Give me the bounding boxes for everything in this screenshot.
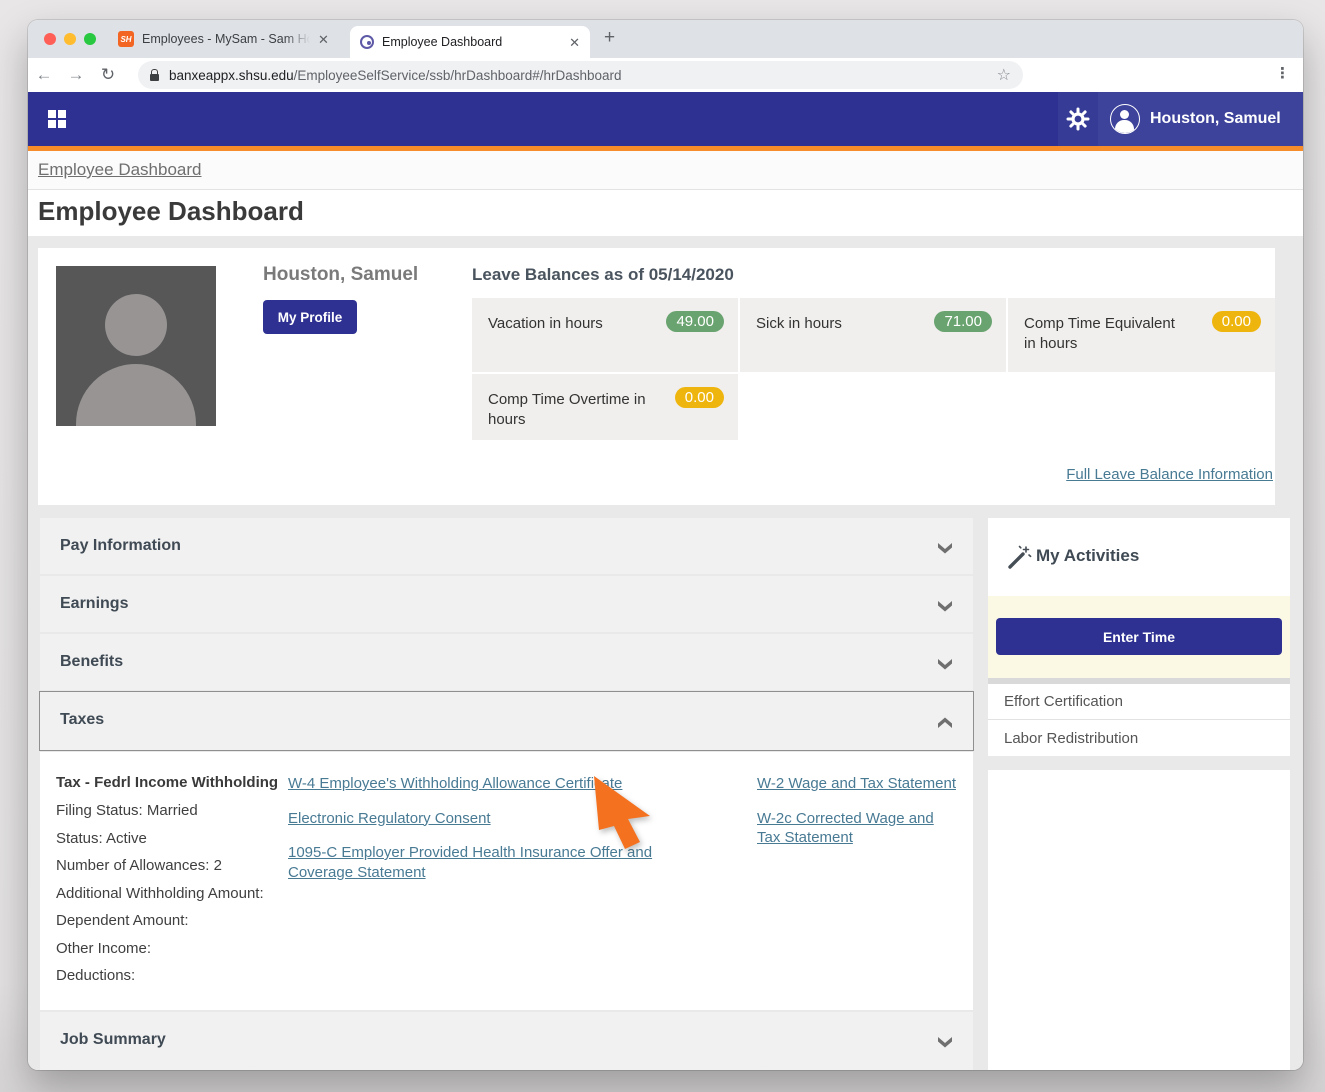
accordion-label: Benefits bbox=[60, 653, 123, 671]
tax-links-column-2: W-2 Wage and Tax Statement W-2c Correcte… bbox=[757, 774, 957, 863]
leave-value-badge: 49.00 bbox=[666, 311, 724, 332]
bookmark-star-icon[interactable]: ☆ bbox=[997, 65, 1011, 85]
leave-value-badge: 71.00 bbox=[934, 311, 992, 332]
reload-icon[interactable]: ↻ bbox=[92, 65, 124, 85]
leave-card-sick: Sick in hours 71.00 bbox=[740, 298, 1006, 372]
browser-menu-icon[interactable]: ⋮ bbox=[1275, 64, 1289, 82]
w2-statement-link[interactable]: W-2 Wage and Tax Statement bbox=[757, 774, 957, 794]
app-grid-icon[interactable] bbox=[48, 110, 66, 128]
effort-certification-item[interactable]: Effort Certification bbox=[988, 684, 1290, 720]
full-leave-balance-link[interactable]: Full Leave Balance Information bbox=[1066, 466, 1273, 483]
leave-value-badge: 0.00 bbox=[1212, 311, 1261, 332]
accordion-label: Pay Information bbox=[60, 537, 181, 555]
app-navbar: Houston, Samuel bbox=[28, 92, 1303, 146]
breadcrumb-bar: Employee Dashboard bbox=[28, 151, 1303, 190]
tab-title: Employee Dashboard bbox=[382, 35, 561, 49]
tab-strip: SH Employees - MySam - Sam Ho ✕ Employee… bbox=[28, 20, 1303, 58]
lock-icon[interactable] bbox=[150, 74, 159, 81]
tax-detail: Deductions: bbox=[56, 967, 284, 984]
my-profile-button[interactable]: My Profile bbox=[263, 300, 357, 334]
enter-time-section: Enter Time bbox=[988, 596, 1290, 678]
tax-details-column: Tax - Fedrl Income Withholding Filing St… bbox=[56, 774, 284, 995]
tax-detail: Status: Active bbox=[56, 830, 284, 847]
chevron-up-icon bbox=[937, 715, 953, 733]
profile-photo-placeholder bbox=[56, 266, 216, 426]
taxes-panel: Tax - Fedrl Income Withholding Filing St… bbox=[40, 752, 973, 1010]
close-window-button[interactable] bbox=[44, 33, 56, 45]
mouse-cursor-pointer bbox=[586, 776, 664, 869]
enter-time-button[interactable]: Enter Time bbox=[996, 618, 1282, 655]
new-tab-button[interactable]: + bbox=[604, 28, 615, 47]
minimize-window-button[interactable] bbox=[64, 33, 76, 45]
chevron-down-icon bbox=[937, 599, 953, 617]
tax-detail: Dependent Amount: bbox=[56, 912, 284, 929]
leave-balances-heading: Leave Balances as of 05/14/2020 bbox=[472, 265, 734, 285]
accordion-job-summary[interactable]: Job Summary bbox=[40, 1012, 973, 1070]
leave-card-comp-overtime: Comp Time Overtime in hours 0.00 bbox=[472, 374, 738, 440]
zoom-window-button[interactable] bbox=[84, 33, 96, 45]
browser-window: SH Employees - MySam - Sam Ho ✕ Employee… bbox=[28, 20, 1303, 1070]
ellucian-favicon bbox=[360, 35, 374, 49]
chevron-down-icon bbox=[937, 541, 953, 559]
title-bar: Employee Dashboard bbox=[28, 190, 1303, 236]
leave-card-comp-equivalent: Comp Time Equivalent in hours 0.00 bbox=[1008, 298, 1275, 372]
leave-card-label: Comp Time Overtime in hours bbox=[488, 390, 648, 431]
tab-close-icon[interactable]: ✕ bbox=[569, 36, 580, 49]
settings-gear-icon[interactable] bbox=[1066, 107, 1090, 131]
tax-heading: Tax - Fedrl Income Withholding bbox=[56, 774, 284, 791]
address-bar[interactable]: banxeappx.shsu.edu/EmployeeSelfService/s… bbox=[138, 61, 1023, 89]
accordion-earnings[interactable]: Earnings bbox=[40, 576, 973, 632]
accordion-label: Job Summary bbox=[60, 1031, 166, 1049]
url-domain: banxeappx.shsu.edu bbox=[169, 68, 294, 83]
labor-redistribution-item[interactable]: Labor Redistribution bbox=[988, 720, 1290, 756]
accordion-taxes[interactable]: Taxes bbox=[40, 692, 973, 750]
leave-card-label: Sick in hours bbox=[756, 314, 916, 334]
w2c-statement-link[interactable]: W-2c Corrected Wage and Tax Statement bbox=[757, 809, 957, 848]
tab-title: Employees - MySam - Sam Ho bbox=[142, 32, 310, 46]
magic-wand-icon bbox=[1006, 544, 1032, 575]
leave-value-badge: 0.00 bbox=[675, 387, 724, 408]
chevron-down-icon bbox=[937, 657, 953, 675]
forward-icon[interactable]: → bbox=[60, 65, 92, 85]
tab-mysam[interactable]: SH Employees - MySam - Sam Ho ✕ bbox=[110, 20, 348, 58]
navbar-user-name[interactable]: Houston, Samuel bbox=[1150, 110, 1281, 128]
profile-card: Houston, Samuel My Profile Leave Balance… bbox=[38, 248, 1275, 505]
url-text[interactable]: banxeappx.shsu.edu/EmployeeSelfService/s… bbox=[169, 68, 987, 83]
tab-employee-dashboard[interactable]: Employee Dashboard ✕ bbox=[350, 26, 590, 58]
empty-side-panel bbox=[988, 770, 1290, 1070]
tax-detail: Filing Status: Married bbox=[56, 802, 284, 819]
accordion-label: Earnings bbox=[60, 595, 128, 613]
tab-close-icon[interactable]: ✕ bbox=[318, 33, 329, 46]
leave-card-label: Comp Time Equivalent in hours bbox=[1024, 314, 1184, 355]
tax-detail: Other Income: bbox=[56, 940, 284, 957]
accordion-label: Taxes bbox=[60, 711, 104, 729]
accordion-benefits[interactable]: Benefits bbox=[40, 634, 973, 690]
page-content: Houston, Samuel My Profile Leave Balance… bbox=[28, 236, 1303, 1070]
my-activities-card: My Activities Enter Time Effort Certific… bbox=[988, 518, 1290, 754]
shsu-favicon: SH bbox=[118, 31, 134, 47]
employee-name: Houston, Samuel bbox=[263, 264, 418, 286]
my-activities-title: My Activities bbox=[1036, 546, 1139, 566]
back-icon[interactable]: ← bbox=[28, 65, 60, 85]
leave-card-label: Vacation in hours bbox=[488, 314, 648, 334]
tax-detail: Number of Allowances: 2 bbox=[56, 857, 284, 874]
url-path: /EmployeeSelfService/ssb/hrDashboard#/hr… bbox=[294, 68, 622, 83]
breadcrumb[interactable]: Employee Dashboard bbox=[38, 160, 201, 180]
tax-detail: Additional Withholding Amount: bbox=[56, 885, 284, 902]
chevron-down-icon bbox=[937, 1035, 953, 1053]
leave-card-vacation: Vacation in hours 49.00 bbox=[472, 298, 738, 372]
user-avatar-icon[interactable] bbox=[1110, 104, 1140, 134]
accordion-pay-information[interactable]: Pay Information bbox=[40, 518, 973, 574]
page-title: Employee Dashboard bbox=[38, 196, 304, 227]
